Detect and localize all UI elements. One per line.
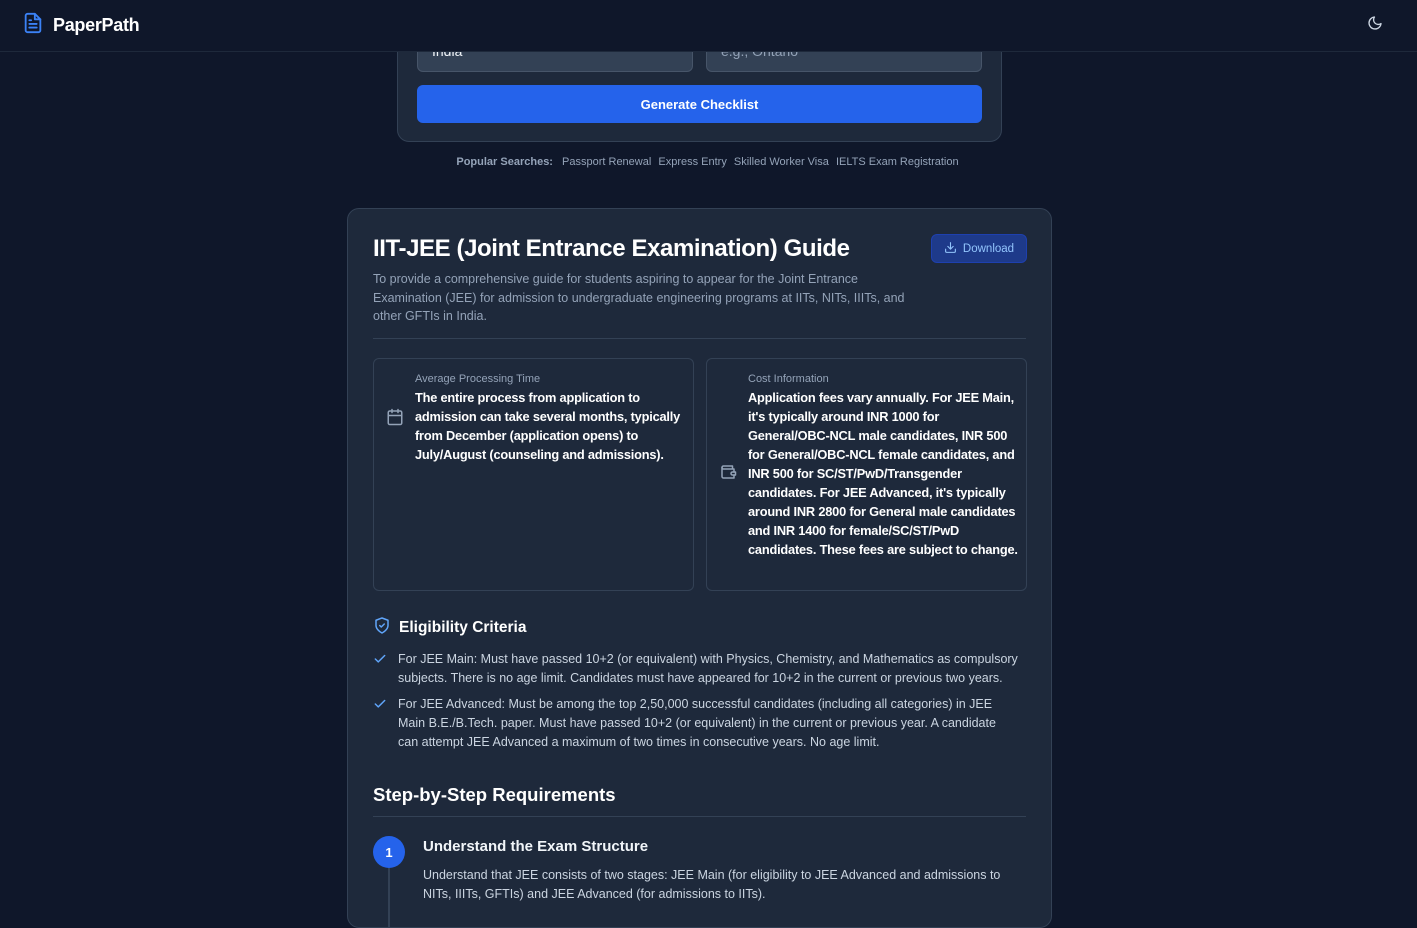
processing-time-box: Average Processing Time The entire proce…	[373, 358, 694, 591]
download-icon	[944, 241, 957, 257]
eligibility-title: Eligibility Criteria	[399, 619, 527, 636]
processing-time-label: Average Processing Time	[415, 373, 541, 385]
popular-searches-label: Popular Searches:	[456, 156, 553, 168]
guide-title: IIT-JEE (Joint Entrance Examination) Gui…	[373, 235, 850, 262]
brand[interactable]: PaperPath	[22, 11, 140, 40]
wallet-icon	[719, 463, 737, 486]
guide-card: IIT-JEE (Joint Entrance Examination) Gui…	[347, 208, 1052, 928]
check-icon	[373, 697, 387, 716]
step-number-badge: 1	[373, 836, 405, 868]
generate-checklist-button[interactable]: Generate Checklist	[417, 85, 982, 123]
calendar-icon	[386, 408, 404, 431]
popular-search-link[interactable]: Passport Renewal	[562, 156, 651, 168]
popular-searches: Popular Searches: Passport Renewal Expre…	[0, 156, 1417, 168]
divider	[373, 816, 1026, 817]
eligibility-header: Eligibility Criteria	[373, 616, 526, 640]
popular-search-link[interactable]: IELTS Exam Registration	[836, 156, 959, 168]
eligibility-item-text: For JEE Main: Must have passed 10+2 (or …	[398, 652, 1018, 685]
theme-toggle-button[interactable]	[1361, 12, 1389, 40]
step-description: Understand that JEE consists of two stag…	[423, 868, 1001, 901]
cost-info-value: Application fees vary annually. For JEE …	[748, 390, 1018, 557]
guide-description: To provide a comprehensive guide for stu…	[373, 272, 905, 323]
cost-info-box: Cost Information Application fees vary a…	[706, 358, 1027, 591]
brand-name: PaperPath	[53, 15, 140, 35]
cost-info-label: Cost Information	[748, 373, 829, 385]
shield-check-icon	[373, 616, 391, 640]
popular-search-link[interactable]: Skilled Worker Visa	[734, 156, 829, 168]
document-icon	[22, 11, 44, 40]
eligibility-item-text: For JEE Advanced: Must be among the top …	[398, 697, 996, 749]
moon-icon	[1367, 15, 1383, 36]
check-icon	[373, 652, 387, 671]
download-label: Download	[962, 242, 1015, 255]
steps-title: Step-by-Step Requirements	[373, 784, 616, 805]
popular-search-link[interactable]: Express Entry	[658, 156, 726, 168]
download-button[interactable]: Download	[931, 234, 1027, 263]
divider	[373, 338, 1026, 339]
step-connector-line	[388, 868, 390, 928]
processing-time-value: The entire process from application to a…	[415, 390, 681, 462]
top-navbar: PaperPath	[0, 0, 1417, 52]
step-title: Understand the Exam Structure	[423, 838, 649, 855]
